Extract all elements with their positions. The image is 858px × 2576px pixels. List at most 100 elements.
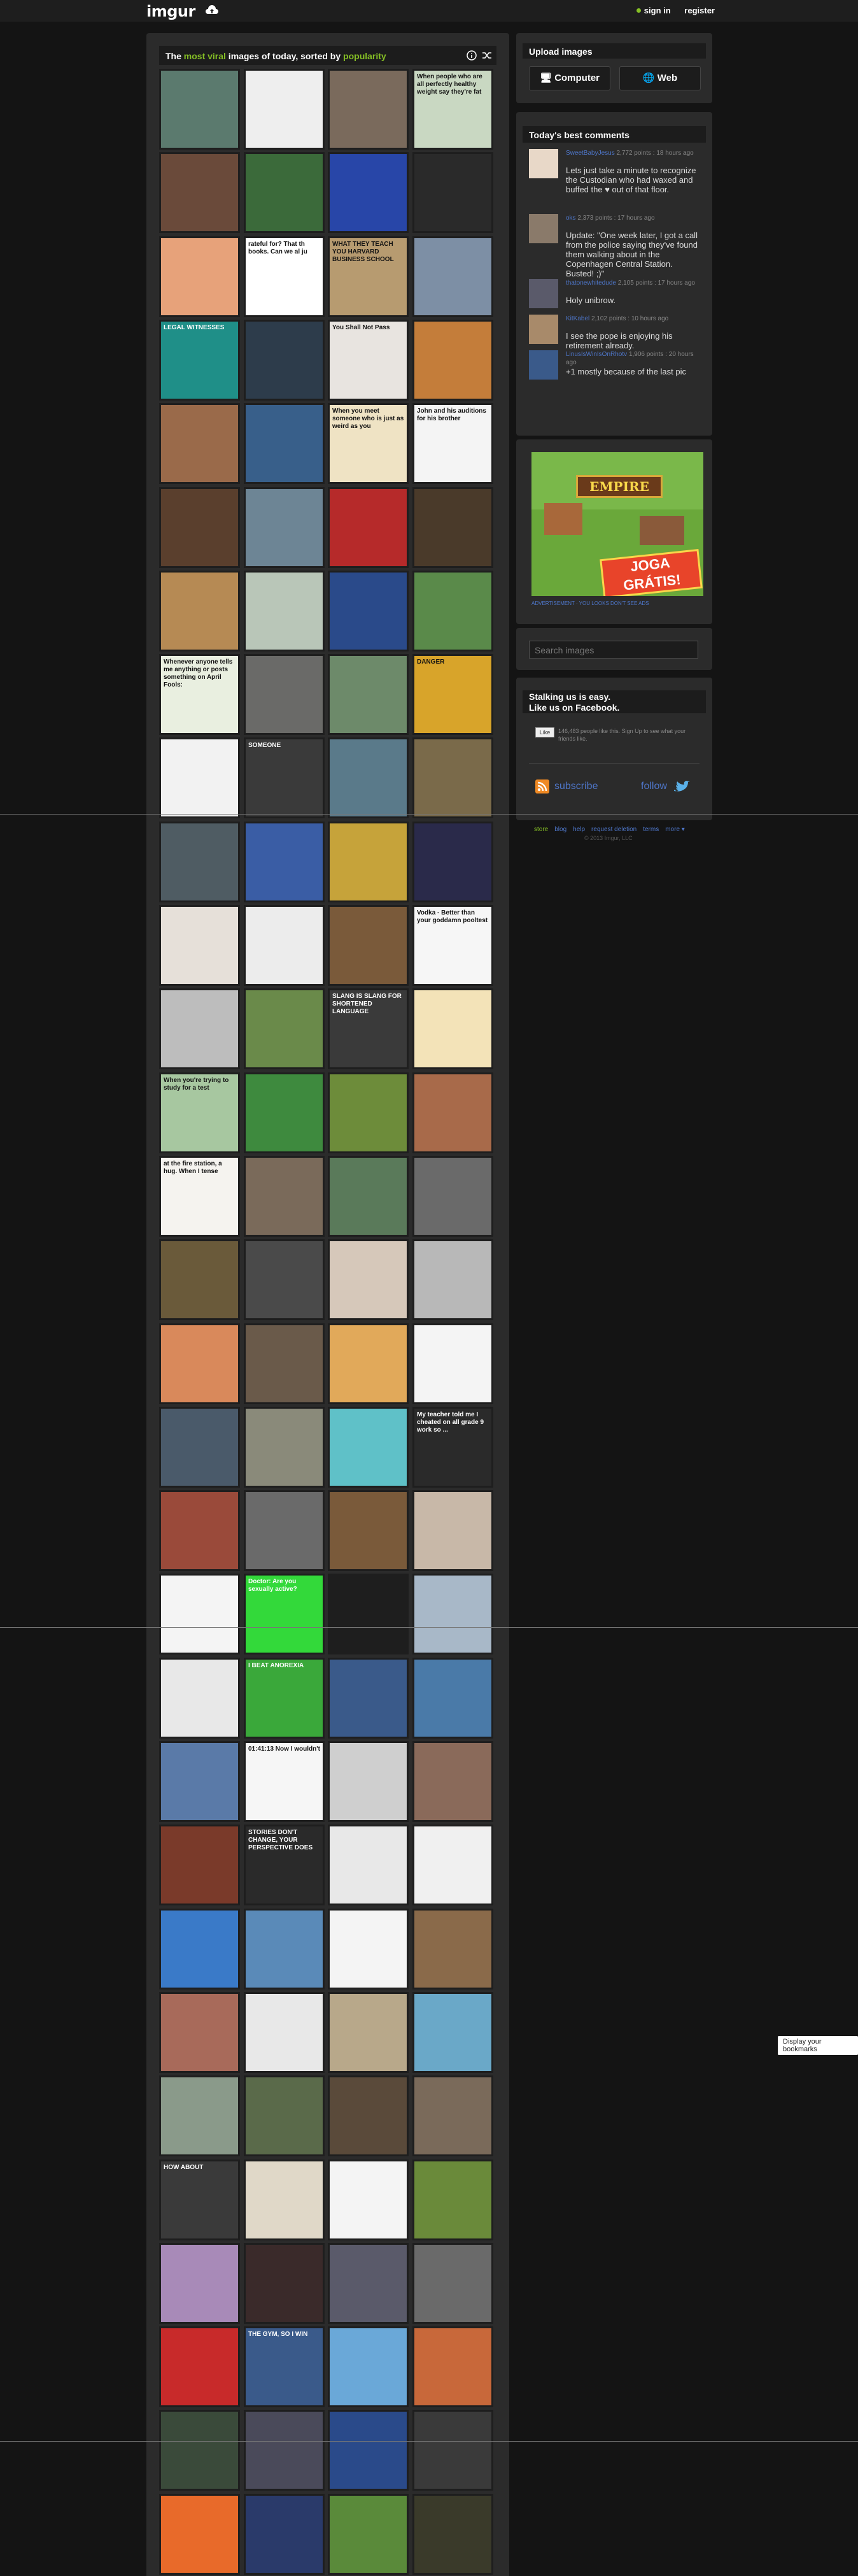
gallery-image-tile[interactable] [244, 1323, 325, 1404]
gallery-image-tile[interactable] [328, 1239, 409, 1320]
gallery-image-tile[interactable] [328, 1407, 409, 1488]
sign-in-link[interactable]: sign in [636, 6, 671, 15]
gallery-image-tile[interactable]: STORIES DON'T CHANGE, YOUR PERSPECTIVE D… [244, 1825, 325, 1905]
gallery-image-tile[interactable] [328, 69, 409, 150]
footer-link[interactable]: request deletion [591, 826, 636, 833]
gallery-image-tile[interactable] [412, 1072, 493, 1153]
gallery-image-tile[interactable] [159, 571, 240, 651]
gallery-image-tile[interactable] [159, 152, 240, 233]
gallery-image-tile[interactable] [244, 1490, 325, 1571]
gallery-image-tile[interactable]: HOW ABOUT [159, 2160, 240, 2240]
gallery-image-tile[interactable] [244, 152, 325, 233]
gallery-image-tile[interactable]: THE GYM, SO I WIN [244, 2326, 325, 2407]
gallery-image-tile[interactable] [244, 1072, 325, 1153]
comment-item[interactable]: LinusIsWinIsOnRhotv 1,906 points : 20 ho… [529, 350, 700, 409]
gallery-image-tile[interactable] [412, 236, 493, 317]
gallery-image-tile[interactable] [244, 2160, 325, 2240]
gallery-image-tile[interactable] [244, 1239, 325, 1320]
gallery-image-tile[interactable] [412, 988, 493, 1069]
gallery-image-tile[interactable] [159, 487, 240, 568]
gallery-image-tile[interactable] [412, 1239, 493, 1320]
gallery-image-tile[interactable] [159, 1741, 240, 1822]
gallery-image-tile[interactable]: 01:41:13 Now I wouldn't [244, 1741, 325, 1822]
gallery-image-tile[interactable]: You Shall Not Pass [328, 320, 409, 401]
gallery-image-tile[interactable] [159, 2326, 240, 2407]
gallery-image-tile[interactable] [328, 2494, 409, 2575]
gallery-image-tile[interactable] [159, 403, 240, 484]
gallery-image-tile[interactable] [328, 152, 409, 233]
footer-link[interactable]: terms [643, 826, 659, 833]
comment-author[interactable]: SweetBabyJesus [566, 150, 615, 157]
gallery-image-tile[interactable] [159, 2243, 240, 2324]
gallery-image-tile[interactable] [328, 2160, 409, 2240]
gallery-image-tile[interactable] [328, 2243, 409, 2324]
upload-computer-button[interactable]: 🖥 Computer [529, 66, 610, 90]
gallery-image-tile[interactable] [412, 152, 493, 233]
gallery-image-tile[interactable] [159, 1239, 240, 1320]
footer-link[interactable]: help [573, 826, 585, 833]
gallery-image-tile[interactable]: When you meet someone who is just as wei… [328, 403, 409, 484]
gallery-image-tile[interactable] [244, 403, 325, 484]
comment-item[interactable]: oks 2,373 points : 17 hours ago Update: "… [529, 214, 700, 278]
comment-item[interactable]: SweetBabyJesus 2,772 points : 18 hours a… [529, 149, 700, 208]
gallery-image-tile[interactable] [412, 1992, 493, 2073]
gallery-image-tile[interactable]: When you're trying to study for a test [159, 1072, 240, 1153]
gallery-image-tile[interactable]: SOMEONE [244, 737, 325, 818]
gallery-image-tile[interactable] [159, 2410, 240, 2491]
gallery-image-tile[interactable] [159, 69, 240, 150]
gallery-image-tile[interactable] [328, 1072, 409, 1153]
gallery-image-tile[interactable] [159, 1574, 240, 1654]
footer-link[interactable]: more ▾ [665, 826, 685, 833]
gallery-image-tile[interactable] [412, 737, 493, 818]
gallery-image-tile[interactable] [328, 1825, 409, 1905]
comment-thumbnail[interactable] [529, 214, 558, 243]
ad-banner[interactable]: EMPIRE JOGA GRÁTIS! [531, 452, 703, 596]
gallery-image-tile[interactable]: WHAT THEY TEACH YOU HARVARD BUSINESS SCH… [328, 236, 409, 317]
gallery-image-tile[interactable] [244, 988, 325, 1069]
gallery-image-tile[interactable]: at the fire station, a hug. When I tense [159, 1156, 240, 1237]
gallery-image-tile[interactable] [412, 1909, 493, 1989]
gallery-image-tile[interactable] [159, 905, 240, 986]
sort-popularity-link[interactable]: popularity [343, 51, 386, 61]
footer-link[interactable]: blog [554, 826, 566, 833]
sort-viral-link[interactable]: most viral [184, 51, 226, 61]
gallery-image-tile[interactable] [412, 2160, 493, 2240]
gallery-image-tile[interactable] [412, 2326, 493, 2407]
gallery-image-tile[interactable] [244, 822, 325, 902]
gallery-image-tile[interactable]: My teacher told me I cheated on all grad… [412, 1407, 493, 1488]
gallery-image-tile[interactable] [412, 822, 493, 902]
gallery-image-tile[interactable] [159, 2075, 240, 2156]
gallery-image-tile[interactable] [244, 2075, 325, 2156]
gallery-image-tile[interactable] [244, 320, 325, 401]
gallery-image-tile[interactable] [159, 737, 240, 818]
comment-thumbnail[interactable] [529, 279, 558, 308]
gallery-image-tile[interactable] [328, 2075, 409, 2156]
gallery-image-tile[interactable] [412, 1825, 493, 1905]
gallery-image-tile[interactable] [328, 905, 409, 986]
gallery-image-tile[interactable]: Vodka - Better than your goddamn pooltes… [412, 905, 493, 986]
gallery-image-tile[interactable] [412, 1156, 493, 1237]
comment-author[interactable]: KitKabel [566, 315, 589, 322]
gallery-image-tile[interactable] [328, 2410, 409, 2491]
gallery-image-tile[interactable] [328, 822, 409, 902]
gallery-image-tile[interactable] [159, 1825, 240, 1905]
gallery-image-tile[interactable] [159, 1658, 240, 1739]
ad-footer[interactable]: ADVERTISEMENT · YOU LOOKS DON'T SEE ADS [531, 601, 649, 606]
gallery-image-tile[interactable]: SLANG IS SLANG FOR SHORTENED LANGUAGE [328, 988, 409, 1069]
gallery-image-tile[interactable] [244, 571, 325, 651]
gallery-image-tile[interactable] [159, 988, 240, 1069]
gallery-image-tile[interactable] [328, 1574, 409, 1654]
comment-thumbnail[interactable] [529, 315, 558, 344]
gallery-image-tile[interactable]: LEGAL WITNESSES [159, 320, 240, 401]
gallery-image-tile[interactable] [412, 2410, 493, 2491]
gallery-image-tile[interactable] [412, 2243, 493, 2324]
gallery-image-tile[interactable] [244, 654, 325, 735]
gallery-image-tile[interactable] [328, 2326, 409, 2407]
twitter-follow-link[interactable]: follow [641, 779, 698, 799]
gallery-image-tile[interactable] [159, 1407, 240, 1488]
gallery-image-tile[interactable] [328, 737, 409, 818]
gallery-image-tile[interactable] [412, 1574, 493, 1654]
gallery-image-tile[interactable] [328, 1323, 409, 1404]
gallery-image-tile[interactable]: When people who are all perfectly health… [412, 69, 493, 150]
gallery-image-tile[interactable] [328, 571, 409, 651]
